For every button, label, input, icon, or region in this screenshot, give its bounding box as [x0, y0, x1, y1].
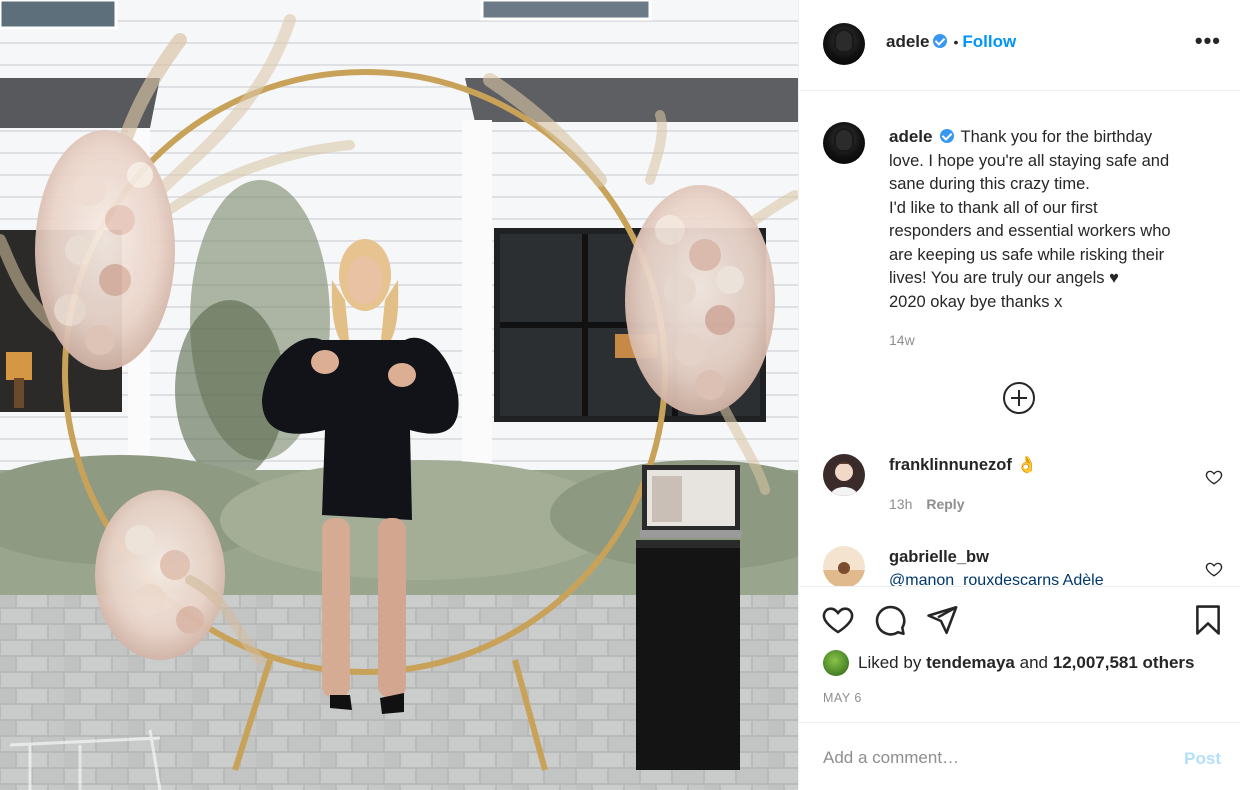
liker-avatar[interactable]: [823, 650, 849, 676]
verified-badge-icon: [933, 34, 948, 48]
likes-count[interactable]: 12,007,581 others: [1053, 653, 1195, 673]
bookmark-icon[interactable]: [1191, 603, 1225, 637]
comment-input[interactable]: [823, 745, 1163, 771]
caption-first-line: adele Thank you for the birthday: [889, 125, 1211, 150]
author-avatar[interactable]: [823, 23, 865, 65]
post-comment-button[interactable]: Post: [1184, 749, 1221, 769]
commenter-avatar-image: [823, 546, 865, 586]
likes-prefix: Liked by: [858, 653, 922, 672]
paper-plane-icon[interactable]: [925, 603, 959, 637]
header-user: adele • Follow: [886, 32, 1016, 52]
commenter-avatar[interactable]: [823, 454, 865, 496]
caption-text-line: love. I hope you're all staying safe and: [889, 151, 1170, 170]
caption-text-line: sane during this crazy time.: [889, 175, 1090, 193]
plus-circle-icon[interactable]: [1003, 382, 1035, 414]
heart-icon[interactable]: [821, 603, 855, 637]
commenter-avatar[interactable]: [823, 546, 865, 586]
caption-avatar[interactable]: [823, 122, 865, 164]
photo-illustration: [0, 0, 798, 790]
caption-text-line: Thank you for the birthday: [960, 128, 1153, 146]
comment-username[interactable]: gabrielle_bw: [889, 548, 989, 567]
separator-dot: •: [953, 34, 959, 50]
comment-item: gabrielle_bw @manon_rouxdescarns Adèle: [823, 546, 1223, 586]
caption-username[interactable]: adele: [889, 127, 932, 146]
likes-conjunction: and: [1019, 653, 1048, 672]
comment-like-heart-icon[interactable]: [1205, 468, 1223, 486]
comment-text[interactable]: @manon_rouxdescarns Adèle: [889, 572, 1104, 586]
caption: adele Thank you for the birthday love. I …: [889, 125, 1211, 314]
comment-timestamp[interactable]: 13h: [889, 496, 912, 512]
likes-summary: Liked by tendemaya and 12,007,581 others: [823, 650, 1195, 676]
follow-button[interactable]: Follow: [962, 32, 1016, 51]
liker-username[interactable]: tendemaya: [926, 653, 1015, 673]
caption-text-line: I'd like to thank all of our first: [889, 198, 1098, 217]
add-comment-bar: Post: [799, 722, 1240, 790]
author-username[interactable]: adele: [886, 32, 929, 51]
comments-section[interactable]: adele Thank you for the birthday love. I …: [799, 92, 1240, 586]
caption-timestamp[interactable]: 14w: [889, 332, 915, 348]
caption-text-line: are keeping us safe while risking their: [889, 245, 1165, 264]
comment-like-heart-icon[interactable]: [1205, 560, 1223, 578]
caption-text-line: responders and essential workers who: [889, 222, 1171, 240]
comment-bubble-icon[interactable]: [873, 603, 907, 637]
post-photo[interactable]: [0, 0, 798, 790]
commenter-avatar-image: [823, 454, 865, 496]
post-actions: Liked by tendemaya and 12,007,581 others…: [799, 586, 1240, 721]
caption-text-line: lives! You are truly our angels ♥: [889, 269, 1119, 287]
comment-item: franklinnunezof 👌 13h Reply: [823, 454, 1223, 514]
reply-button[interactable]: Reply: [926, 496, 964, 512]
ok-hand-emoji: 👌: [1016, 456, 1037, 474]
post-date[interactable]: MAY 6: [823, 691, 862, 705]
post-header: adele • Follow •••: [799, 0, 1240, 91]
comment-meta: 13h Reply: [889, 496, 978, 512]
verified-badge-icon: [940, 129, 955, 143]
more-options-icon[interactable]: •••: [1195, 30, 1221, 52]
caption-text-line: 2020 okay bye thanks x: [889, 292, 1063, 311]
post-sidebar: adele • Follow ••• adele Thank you for the …: [798, 0, 1240, 790]
comment-user-line: franklinnunezof 👌: [889, 456, 1037, 475]
comment-username[interactable]: franklinnunezof: [889, 456, 1012, 474]
